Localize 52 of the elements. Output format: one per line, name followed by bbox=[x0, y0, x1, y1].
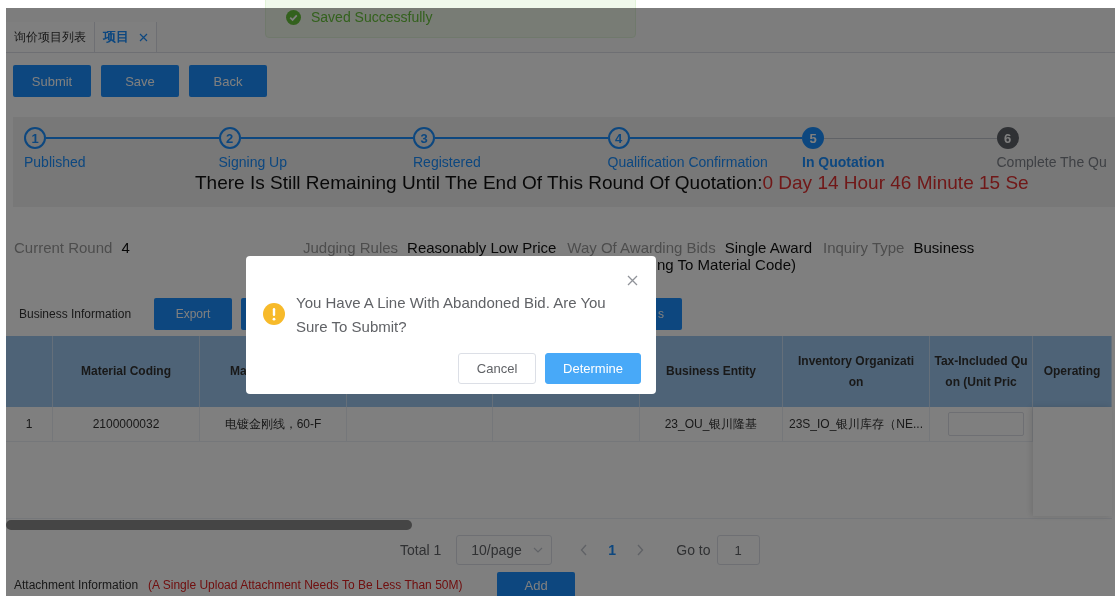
goto-label: Go to bbox=[676, 542, 711, 558]
step-label: Complete The Qu bbox=[996, 154, 1108, 170]
info-value: 4 bbox=[121, 239, 130, 256]
column-header: Inventory Organizati on bbox=[783, 336, 930, 407]
table-cell: 23_OU_银川隆基 bbox=[640, 407, 783, 441]
section-title: Attachment Information bbox=[14, 578, 139, 592]
step-label: Qualification Confirmation bbox=[607, 154, 769, 170]
caret-icon bbox=[533, 547, 544, 553]
table-cell: 1 bbox=[6, 407, 53, 441]
toolbar-button[interactable]: Submit bbox=[13, 65, 91, 97]
countdown-value: 0 Day 14 Hour 46 Minute 15 Se bbox=[762, 172, 1029, 193]
dialog-button[interactable]: Determine bbox=[545, 353, 641, 384]
goto-page-field[interactable]: 1 bbox=[716, 535, 760, 565]
table-cell: 23S_IO_银川库存（NE... bbox=[783, 407, 930, 441]
step-number: 5 bbox=[802, 127, 824, 149]
table-cell: 电镀金刚线，60-F bbox=[200, 407, 347, 441]
toolbar-button[interactable]: Back bbox=[189, 65, 267, 97]
page-number[interactable]: 1 bbox=[598, 542, 627, 558]
info-value: Business bbox=[913, 239, 975, 256]
step-label: Published bbox=[24, 154, 87, 170]
step-number: 1 bbox=[24, 127, 46, 149]
toast-message: Saved Successfully bbox=[265, 0, 636, 38]
step-number: 4 bbox=[607, 127, 630, 149]
close-icon[interactable] bbox=[139, 32, 148, 42]
table-cell: 2100000032 bbox=[53, 407, 200, 441]
step-number: 3 bbox=[413, 127, 435, 149]
page-size-select[interactable]: 10/page bbox=[456, 535, 553, 565]
step-number: 6 bbox=[996, 127, 1019, 149]
column-header: Material Coding bbox=[53, 336, 200, 407]
info-value: ng To Material Code) bbox=[657, 256, 796, 273]
previous-page-icon[interactable] bbox=[580, 544, 589, 556]
warning-icon bbox=[263, 303, 285, 325]
upload-note: (A Single Upload Attachment Needs To Be Less Than 50M) bbox=[148, 578, 464, 592]
scrollbar-thumb[interactable] bbox=[6, 520, 412, 530]
info-value: Reasonably Low Price bbox=[407, 239, 557, 256]
step-number: 2 bbox=[218, 127, 241, 149]
dialog-button[interactable]: Cancel bbox=[458, 353, 537, 384]
next-page-icon[interactable] bbox=[636, 544, 645, 556]
step-label: In Quotation bbox=[802, 154, 886, 170]
toolbar-button[interactable]: Save bbox=[101, 65, 179, 97]
step-label: Signing Up bbox=[218, 154, 288, 170]
step-label: Registered bbox=[413, 154, 482, 170]
section-title: Business Information bbox=[19, 307, 133, 321]
check-icon bbox=[286, 9, 301, 25]
countdown-label: There Is Still Remaining Until The End Of This Round Of Quotation: bbox=[195, 172, 763, 193]
action-button[interactable]: Export bbox=[154, 298, 232, 330]
info-value: Single Award bbox=[724, 239, 812, 256]
dialog-message: You Have A Line With Abandoned Bid. Are You Sure To Submit? bbox=[296, 293, 607, 337]
close-icon[interactable] bbox=[627, 275, 638, 286]
total-count: Total 1 bbox=[400, 542, 442, 558]
column-header: Tax-Included Qu on (Unit Pric bbox=[930, 336, 1033, 407]
add-button[interactable]: Add bbox=[497, 572, 576, 596]
